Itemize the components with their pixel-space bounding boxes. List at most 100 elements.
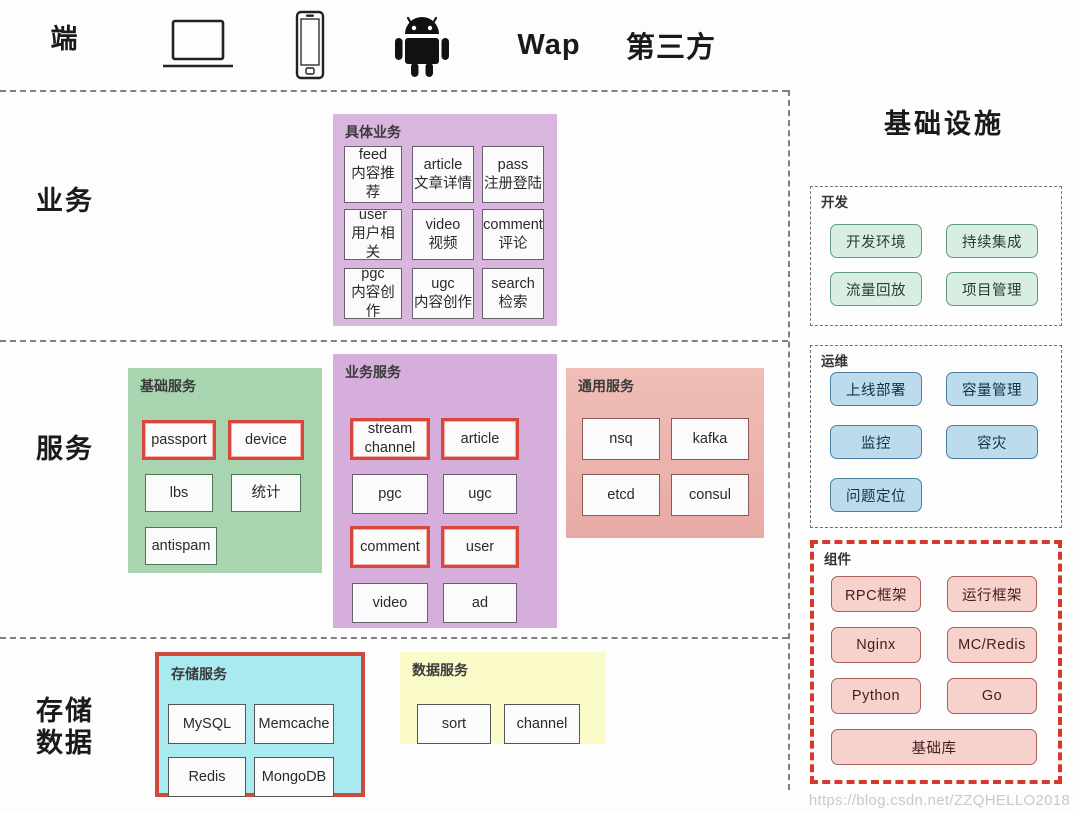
infra-component-rpc-framework-label: RPC框架 [844,587,908,604]
laptop-icon-svg [163,19,233,68]
common-service-card-consul-label: consul [689,486,731,503]
business-service-card-ugc[interactable]: ugc [443,474,517,514]
data-service-card-sort[interactable]: sort [417,704,491,744]
storage-card-memcache[interactable]: Memcache [254,704,334,744]
common-service-card-etcd[interactable]: etcd [582,474,660,516]
data-service-card-channel-label: channel [516,715,568,732]
business-card-feed-en: feed [358,147,388,164]
group-storage-service-title: 存储服务 [171,666,227,682]
business-card-user[interactable]: user 用户相关 [344,207,402,261]
business-card-comment[interactable]: comment 评论 [482,209,544,260]
group-basic-service-title: 基础服务 [140,378,196,394]
business-service-card-comment[interactable]: comment [350,526,430,568]
infrastructure-title: 基础设施 [884,109,1004,139]
data-service-card-channel[interactable]: channel [504,704,580,744]
infra-ops-item-deploy[interactable]: 上线部署 [830,372,922,406]
infra-dev-item-project-mgmt-label: 项目管理 [962,282,1022,299]
infra-component-rpc-framework[interactable]: RPC框架 [831,576,921,612]
infra-component-base-library[interactable]: 基础库 [831,729,1037,765]
business-service-card-stream-channel[interactable]: stream channel [350,418,430,460]
storage-card-redis[interactable]: Redis [168,757,246,797]
basic-service-card-lbs[interactable]: lbs [145,474,213,512]
storage-card-mysql[interactable]: MySQL [168,704,246,744]
business-service-card-user[interactable]: user [441,526,519,568]
business-card-comment-en: comment [483,216,543,233]
basic-service-card-device[interactable]: device [228,420,304,460]
group-common-service-title: 通用服务 [578,378,634,394]
infra-section-components-title: 组件 [822,548,853,568]
group-business-service-title: 业务服务 [345,364,401,380]
business-card-pgc-cn: 内容创作 [351,285,395,320]
basic-service-card-passport[interactable]: passport [142,420,216,460]
business-card-ugc[interactable]: ugc 内容创作 [412,268,474,319]
group-business-detail-title: 具体业务 [345,124,401,140]
business-service-card-article[interactable]: article [441,418,519,460]
business-service-card-stream-channel-line2: channel [364,440,416,456]
infra-component-python[interactable]: Python [831,678,921,714]
infra-ops-item-monitoring[interactable]: 监控 [830,425,922,459]
common-service-card-consul[interactable]: consul [671,474,749,516]
business-card-ugc-en: ugc [431,275,455,292]
infra-ops-item-disaster-recovery-label: 容灾 [977,435,1007,452]
infra-dev-item-traffic-replay[interactable]: 流量回放 [830,272,922,306]
watermark: https://blog.csdn.net/ZZQHELLO2018 [808,792,1070,809]
infra-section-ops-title: 运维 [819,350,850,370]
basic-service-card-antispam[interactable]: antispam [145,527,217,565]
business-card-user-cn: 用户相关 [351,226,395,261]
architecture-diagram: 端 业务 服务 存储 数据 Wap 第三方 具体业务 feed 内容推荐 art… [0,0,1078,813]
business-card-pgc[interactable]: pgc 内容创作 [344,266,402,320]
common-service-card-kafka[interactable]: kafka [671,418,749,460]
basic-service-card-stats[interactable]: 统计 [231,474,301,512]
business-card-pass-en: pass [497,156,529,173]
business-service-card-article-label: article [460,430,500,447]
infra-dev-item-ci-label: 持续集成 [962,234,1022,251]
infra-component-go-label: Go [981,688,1003,704]
infra-dev-item-dev-env-label: 开发环境 [846,234,906,251]
business-service-card-pgc[interactable]: pgc [352,474,428,514]
divider-left-infrastructure [788,90,790,790]
business-card-search[interactable]: search 检索 [482,268,544,319]
business-service-card-video[interactable]: video [352,583,428,623]
infra-component-nginx[interactable]: Nginx [831,627,921,663]
infra-component-go[interactable]: Go [947,678,1037,714]
business-card-video[interactable]: video 视频 [412,209,474,260]
business-service-card-ugc-label: ugc [468,485,492,502]
infra-ops-item-deploy-label: 上线部署 [846,382,906,399]
android-icon-svg [395,16,449,77]
third-party-label: 第三方 [606,22,736,68]
infra-component-base-library-label: 基础库 [911,740,957,757]
business-card-user-en: user [358,207,388,224]
common-service-card-nsq-label: nsq [609,430,633,447]
business-card-pass[interactable]: pass 注册登陆 [482,146,544,203]
infra-ops-item-capacity[interactable]: 容量管理 [946,372,1038,406]
third-party-label-text: 第三方 [625,32,716,64]
business-service-card-ad[interactable]: ad [443,583,517,623]
infra-component-mc-redis[interactable]: MC/Redis [947,627,1037,663]
infra-section-dev-title: 开发 [819,191,850,211]
infra-component-runtime-framework[interactable]: 运行框架 [947,576,1037,612]
basic-service-card-stats-label: 统计 [251,484,281,501]
storage-card-mongodb-label: MongoDB [261,768,327,785]
storage-card-mongodb[interactable]: MongoDB [254,757,334,797]
basic-service-card-passport-label: passport [151,431,207,448]
infra-ops-item-troubleshooting[interactable]: 问题定位 [830,478,922,512]
common-service-card-nsq[interactable]: nsq [582,418,660,460]
data-service-card-sort-label: sort [441,715,467,732]
divider-business-service [0,340,788,342]
business-card-video-en: video [425,216,461,233]
infra-component-python-label: Python [851,688,901,704]
business-card-comment-cn: 评论 [498,235,528,252]
laptop-icon [160,16,236,74]
infra-dev-item-dev-env[interactable]: 开发环境 [830,224,922,258]
infra-dev-item-project-mgmt[interactable]: 项目管理 [946,272,1038,306]
business-card-article-cn: 文章详情 [414,175,472,192]
business-card-article[interactable]: article 文章详情 [412,146,474,203]
infra-dev-item-ci[interactable]: 持续集成 [946,224,1038,258]
business-card-feed[interactable]: feed 内容推荐 [344,146,402,203]
business-card-ugc-cn: 内容创作 [414,294,472,311]
infra-ops-item-disaster-recovery[interactable]: 容灾 [946,425,1038,459]
phone-icon-svg [295,10,325,80]
common-service-card-etcd-label: etcd [607,486,635,503]
infra-component-mc-redis-label: MC/Redis [958,637,1026,653]
business-card-pass-cn: 注册登陆 [484,175,542,192]
